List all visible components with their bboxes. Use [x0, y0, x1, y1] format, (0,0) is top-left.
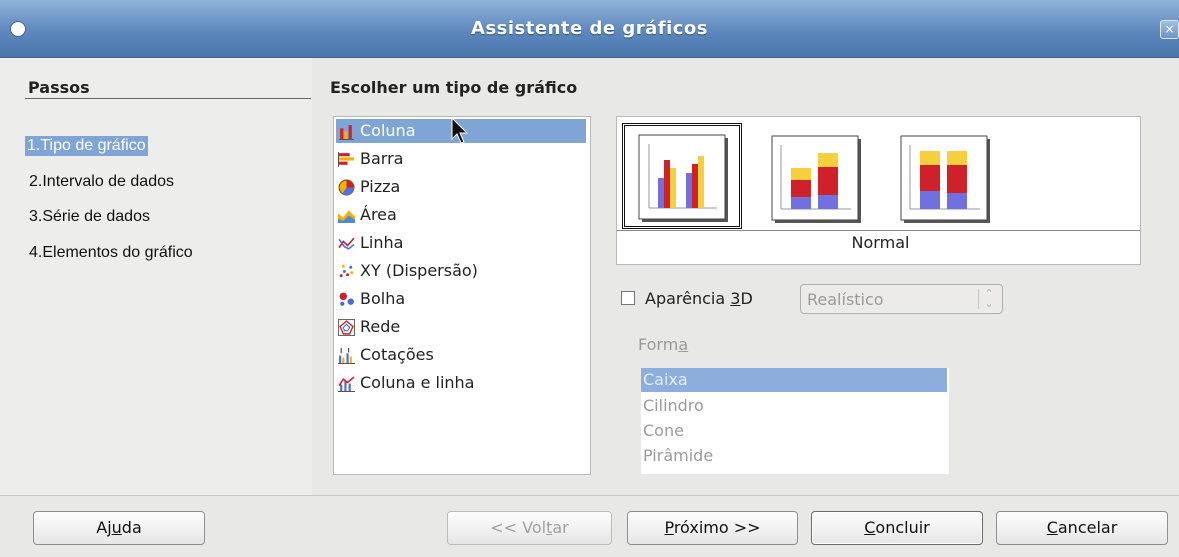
bubble-chart-icon	[339, 292, 354, 306]
step-number: 3.	[29, 208, 43, 225]
chart-type-bubble[interactable]: Bolha	[336, 287, 586, 311]
scatter-chart-icon	[339, 264, 354, 278]
appearance-3d-checkbox[interactable]	[621, 291, 635, 305]
chart-type-line[interactable]: Linha	[336, 231, 586, 255]
button-bar: Ajuda << Voltar Próximo >> Concluir Canc…	[0, 495, 1179, 557]
chart-type-label: Coluna	[360, 121, 416, 140]
chart-type-label: XY (Dispersão)	[360, 261, 478, 280]
stacked-column-variant-icon	[771, 135, 861, 223]
title-bar: Assistente de gráficos ×	[0, 0, 1179, 58]
window-title: Assistente de gráficos	[471, 18, 708, 39]
chart-type-label: Bolha	[360, 289, 406, 308]
step-label: Série de dados	[42, 208, 150, 225]
shape-option-box[interactable]: Caixa	[641, 368, 947, 392]
mnemonic-key: C	[864, 518, 876, 537]
shape-label: Forma	[638, 335, 688, 354]
chart-type-label: Pizza	[360, 177, 401, 196]
page-heading: Escolher um tipo de gráfico	[330, 78, 578, 97]
step-data-range[interactable]: 2.Intervalo de dados	[27, 172, 176, 192]
shape-option-pyramid[interactable]: Pirâmide	[641, 444, 947, 468]
label-text: Form	[638, 335, 679, 354]
chart-type-label: Área	[360, 205, 397, 224]
line-chart-icon	[338, 237, 355, 250]
step-number: 1.	[27, 137, 41, 154]
variant-stacked[interactable]	[763, 123, 883, 229]
step-number: 4.	[29, 244, 43, 261]
chart-type-label: Coluna e linha	[360, 373, 475, 392]
button-text: da	[121, 518, 142, 537]
step-label: Tipo de gráfico	[40, 137, 146, 154]
chart-type-label: Barra	[360, 149, 404, 168]
chart-type-xy-scatter[interactable]: XY (Dispersão)	[336, 259, 586, 283]
shape-list[interactable]: Caixa Cilindro Cone Pirâmide	[641, 368, 949, 474]
back-button[interactable]: << Voltar	[447, 511, 612, 545]
column-chart-icon	[339, 125, 354, 140]
area-chart-icon	[338, 210, 355, 223]
mnemonic-key: P	[664, 518, 674, 537]
chart-type-area[interactable]: Área	[336, 203, 586, 227]
percent-stacked-column-variant-icon	[900, 135, 990, 223]
normal-column-variant-icon	[638, 134, 728, 222]
column-line-chart-icon	[338, 376, 355, 392]
variant-normal[interactable]	[622, 123, 742, 229]
label-text: D	[740, 289, 753, 308]
shape-option-cone[interactable]: Cone	[641, 419, 947, 443]
step-chart-elements[interactable]: 4.Elementos do gráfico	[27, 243, 195, 263]
label-text: Aparência	[645, 289, 731, 308]
step-number: 2.	[29, 173, 43, 190]
mnemonic-key: a	[678, 335, 689, 354]
appearance-3d-label[interactable]: Aparência 3D	[645, 289, 753, 308]
mnemonic-key: 3	[730, 289, 741, 308]
pie-chart-icon	[338, 179, 355, 196]
stock-chart-icon	[338, 348, 355, 364]
chart-type-label: Linha	[360, 233, 404, 252]
chart-type-label: Rede	[360, 317, 401, 336]
button-text: oncluir	[875, 518, 930, 537]
button-text: ar	[552, 518, 569, 537]
help-button[interactable]: Ajuda	[33, 511, 205, 545]
finish-button[interactable]: Concluir	[811, 511, 983, 545]
variant-name: Normal	[851, 233, 910, 252]
steps-title: Passos	[28, 78, 90, 97]
button-text: róximo >>	[673, 518, 761, 537]
step-label: Elementos do gráfico	[42, 244, 193, 261]
dialog-body: Passos 1.Tipo de gráfico 2.Intervalo de …	[0, 58, 1179, 495]
steps-divider	[25, 98, 311, 99]
spinner-arrows-icon: ⌃ ⌄	[978, 288, 999, 309]
variant-percent-stacked[interactable]	[894, 123, 1014, 229]
chart-type-stock[interactable]: Cotações	[336, 343, 586, 367]
shape-option-cylinder[interactable]: Cilindro	[641, 394, 947, 418]
chart-type-net[interactable]: Rede	[336, 315, 586, 339]
chart-type-column-and-line[interactable]: Coluna e linha	[336, 371, 586, 395]
step-label: Intervalo de dados	[42, 173, 174, 190]
next-button[interactable]: Próximo >>	[627, 511, 798, 545]
step-chart-type[interactable]: 1.Tipo de gráfico	[25, 136, 148, 156]
button-text: ancelar	[1057, 518, 1118, 537]
button-text: Aj	[96, 518, 112, 537]
variant-divider	[617, 230, 1140, 231]
mouse-pointer-icon	[451, 117, 469, 144]
mnemonic-key: C	[1046, 518, 1058, 537]
mnemonic-key: u	[111, 518, 122, 537]
close-button[interactable]: ×	[1160, 20, 1179, 39]
content-panel: Escolher um tipo de gráfico Coluna Barra…	[312, 58, 1179, 495]
chart-type-label: Cotações	[360, 345, 434, 364]
button-text: << Vol	[490, 518, 547, 537]
step-data-series[interactable]: 3.Série de dados	[27, 207, 152, 227]
chart-type-pie[interactable]: Pizza	[336, 175, 586, 199]
select-value: Realístico	[807, 290, 884, 309]
cancel-button[interactable]: Cancelar	[996, 511, 1168, 545]
chart-type-bar[interactable]: Barra	[336, 147, 586, 171]
chart-type-list[interactable]: Coluna Barra Pizza Área Linha XY (Disper…	[333, 116, 591, 475]
chart-variant-panel: Normal	[616, 116, 1141, 265]
appearance-scheme-select[interactable]: Realístico ⌃ ⌄	[800, 284, 1003, 314]
steps-panel: Passos 1.Tipo de gráfico 2.Intervalo de …	[0, 58, 312, 495]
bar-chart-icon	[338, 152, 354, 167]
net-chart-icon	[338, 319, 355, 336]
